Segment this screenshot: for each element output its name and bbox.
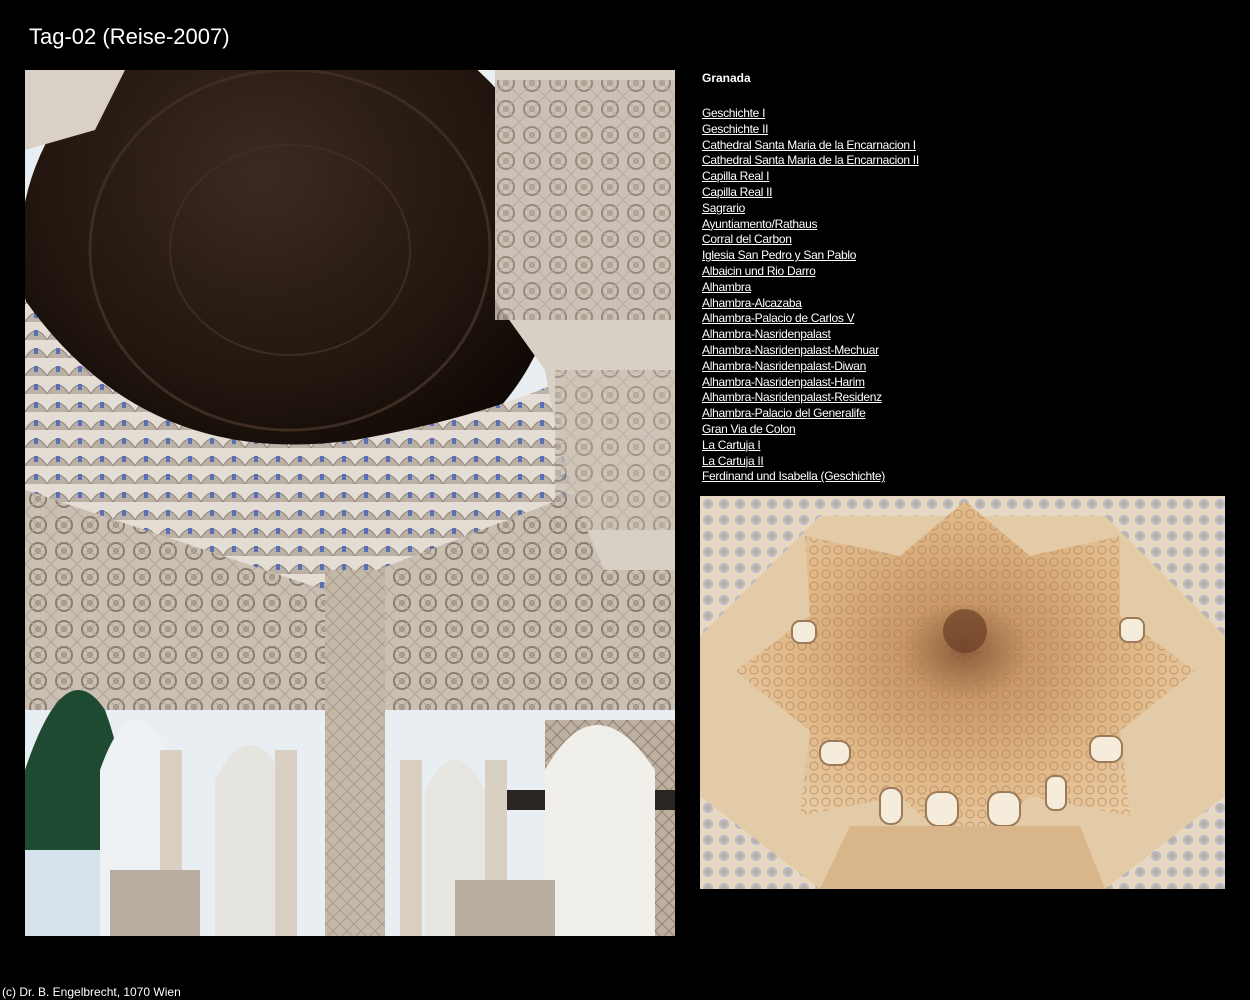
sidebar-item-capilla-real-1: Capilla Real I <box>702 169 1222 185</box>
sidebar-link[interactable]: Cathedral Santa Maria de la Encarnacion … <box>702 138 916 152</box>
sidebar-link[interactable]: Geschichte II <box>702 122 768 136</box>
sidebar-link[interactable]: Gran Via de Colon <box>702 422 796 436</box>
sidebar-item-cathedral-1: Cathedral Santa Maria de la Encarnacion … <box>702 138 1222 154</box>
sidebar-item-alhambra-carlos-v: Alhambra-Palacio de Carlos V <box>702 311 1222 327</box>
sidebar-item-la-cartuja-2: La Cartuja II <box>702 454 1222 470</box>
sidebar-link[interactable]: Iglesia San Pedro y San Pablo <box>702 248 856 262</box>
sidebar-item-ayuntiamento: Ayuntiamento/Rathaus <box>702 217 1222 233</box>
sidebar-item-gran-via: Gran Via de Colon <box>702 422 1222 438</box>
sidebar-link[interactable]: Alhambra-Nasridenpalast-Mechuar <box>702 343 879 357</box>
sidebar-link[interactable]: Alhambra-Palacio del Generalife <box>702 406 866 420</box>
sidebar-link[interactable]: Ferdinand und Isabella (Geschichte) <box>702 469 885 483</box>
sidebar-item-alhambra: Alhambra <box>702 280 1222 296</box>
sidebar-nav: Granada Geschichte I Geschichte II Cathe… <box>702 70 1222 485</box>
sidebar-item-nasridenpalast: Alhambra-Nasridenpalast <box>702 327 1222 343</box>
sidebar-link[interactable]: Corral del Carbon <box>702 232 792 246</box>
sidebar-item-la-cartuja-1: La Cartuja I <box>702 438 1222 454</box>
sidebar-item-sagrario: Sagrario <box>702 201 1222 217</box>
sidebar-item-iglesia-san-pedro: Iglesia San Pedro y San Pablo <box>702 248 1222 264</box>
sidebar-link[interactable]: Capilla Real I <box>702 169 769 183</box>
sidebar-item-albaicin: Albaicin und Rio Darro <box>702 264 1222 280</box>
sidebar-link[interactable]: Alhambra-Nasridenpalast-Diwan <box>702 359 866 373</box>
sidebar-item-ferdinand-isabella: Ferdinand und Isabella (Geschichte) <box>702 469 1222 485</box>
footer-copyright: (c) Dr. B. Engelbrecht, 1070 Wien <box>2 985 181 999</box>
sidebar-link-list: Geschichte I Geschichte II Cathedral San… <box>702 106 1222 485</box>
page-title: Tag-02 (Reise-2007) <box>29 24 230 49</box>
sidebar-heading: Granada <box>702 71 751 85</box>
sidebar-item-nasridenpalast-mechuar: Alhambra-Nasridenpalast-Mechuar <box>702 343 1222 359</box>
sidebar-item-nasridenpalast-residenz: Alhambra-Nasridenpalast-Residenz <box>702 390 1222 406</box>
sidebar-item-generalife: Alhambra-Palacio del Generalife <box>702 406 1222 422</box>
sidebar-link[interactable]: Alhambra <box>702 280 751 294</box>
main-photo <box>25 70 675 936</box>
sidebar-link[interactable]: Alhambra-Palacio de Carlos V <box>702 311 855 325</box>
sidebar-link[interactable]: La Cartuja I <box>702 438 761 452</box>
sidebar-link[interactable]: La Cartuja II <box>702 454 764 468</box>
sidebar-link[interactable]: Albaicin und Rio Darro <box>702 264 816 278</box>
side-photo <box>700 496 1225 889</box>
sidebar-item-cathedral-2: Cathedral Santa Maria de la Encarnacion … <box>702 153 1222 169</box>
sidebar-link[interactable]: Alhambra-Nasridenpalast-Harim <box>702 375 865 389</box>
sidebar-item-geschichte-1: Geschichte I <box>702 106 1222 122</box>
main-photo-image <box>25 70 675 936</box>
sidebar-link[interactable]: Geschichte I <box>702 106 765 120</box>
sidebar-item-capilla-real-2: Capilla Real II <box>702 185 1222 201</box>
sidebar-item-geschichte-2: Geschichte II <box>702 122 1222 138</box>
sidebar-item-nasridenpalast-diwan: Alhambra-Nasridenpalast-Diwan <box>702 359 1222 375</box>
side-photo-image <box>700 496 1225 889</box>
sidebar-item-corral-del-carbon: Corral del Carbon <box>702 232 1222 248</box>
sidebar-item-nasridenpalast-harim: Alhambra-Nasridenpalast-Harim <box>702 375 1222 391</box>
sidebar-item-alhambra-alcazaba: Alhambra-Alcazaba <box>702 296 1222 312</box>
sidebar-link[interactable]: Capilla Real II <box>702 185 773 199</box>
sidebar-link[interactable]: Alhambra-Alcazaba <box>702 296 802 310</box>
sidebar-link[interactable]: Ayuntiamento/Rathaus <box>702 217 818 231</box>
sidebar-link[interactable]: Alhambra-Nasridenpalast-Residenz <box>702 390 882 404</box>
sidebar-link[interactable]: Alhambra-Nasridenpalast <box>702 327 831 341</box>
sidebar-link[interactable]: Cathedral Santa Maria de la Encarnacion … <box>702 153 919 167</box>
sidebar-link[interactable]: Sagrario <box>702 201 745 215</box>
